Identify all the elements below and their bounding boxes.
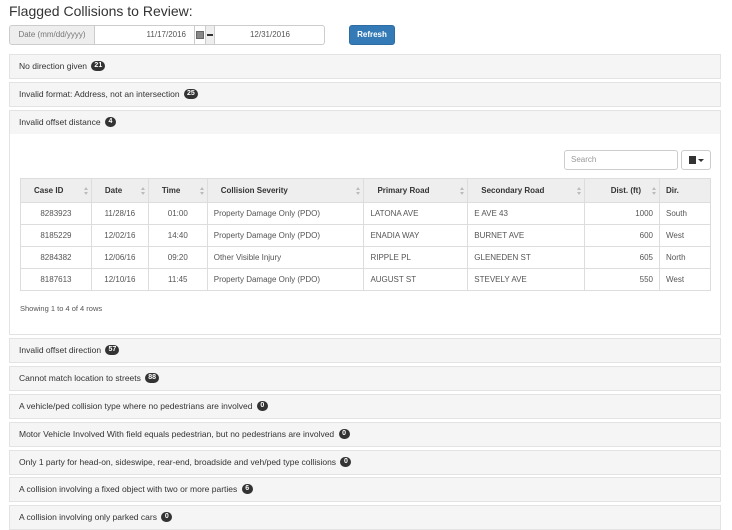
sort-icon [460,187,465,195]
sort-icon [356,187,361,195]
cell-date: 11/28/16 [90,202,149,225]
panel-body-offset-distance: Search Case ID Date Time Collision Sever… [9,134,721,335]
cell-severity: Other Visible Injury [206,246,365,269]
cell-primary-road: LATONA AVE [363,202,469,225]
table-row[interactable]: 8187613 12/10/16 11:45 Property Damage O… [20,268,712,291]
cell-direction: South [658,202,712,225]
cell-distance: 605 [584,246,660,269]
col-header-severity[interactable]: Collision Severity [206,178,365,203]
col-header-time[interactable]: Time [147,178,208,203]
cell-date: 12/02/16 [90,224,149,247]
table-row[interactable]: 8284382 12/06/16 09:20 Other Visible Inj… [20,246,712,269]
col-header-date[interactable]: Date [90,178,149,203]
panel-label: Invalid offset direction [19,345,102,355]
cell-severity: Property Damage Only (PDO) [206,268,365,291]
cell-secondary-road: E AVE 43 [467,202,586,225]
end-date-input[interactable]: 12/31/2016 [215,25,325,45]
sort-icon [140,187,145,195]
sort-icon [83,187,88,195]
panel-vehicle-ped-no-ped[interactable]: A vehicle/ped collision type where no pe… [9,394,721,419]
count-badge: 88 [145,372,160,383]
start-date-input[interactable]: 11/17/2016 [95,25,195,45]
cell-case-id: 8283923 [20,202,92,225]
count-badge: 0 [340,456,352,467]
panel-cannot-match[interactable]: Cannot match location to streets 88 [9,366,721,391]
panel-label: Invalid offset distance [19,117,101,127]
export-icon [688,156,696,164]
cell-time: 01:00 [147,202,208,225]
panel-label: A collision involving only parked cars [19,512,157,522]
cell-distance: 1000 [584,202,660,225]
count-badge: 25 [184,88,198,99]
sort-icon [577,187,582,195]
cell-primary-road: ENADIA WAY [363,224,469,247]
date-separator [205,25,215,45]
cell-case-id: 8185229 [20,224,92,247]
cell-time: 14:40 [147,224,208,247]
page-title: Flagged Collisions to Review: [9,3,193,19]
count-badge: 6 [241,483,253,494]
cell-time: 09:20 [147,246,208,269]
dash-icon [207,34,213,36]
caret-down-icon [697,158,704,162]
col-header-distance[interactable]: Dist. (ft) [584,178,660,203]
col-header-primary-road[interactable]: Primary Road [363,178,469,203]
count-badge: 57 [105,344,120,355]
cell-direction: West [658,224,712,247]
cell-direction: West [658,268,712,291]
panel-label: No direction given [19,61,88,71]
table-row[interactable]: 8283923 11/28/16 01:00 Property Damage O… [20,202,712,225]
collisions-table: Case ID Date Time Collision Severity Pri… [20,178,712,291]
cell-distance: 550 [584,268,660,291]
calendar-button[interactable] [195,25,205,45]
table-header-row: Case ID Date Time Collision Severity Pri… [20,178,712,203]
count-badge: 4 [104,116,116,127]
date-range-picker: Date (mm/dd/yyyy) 11/17/2016 12/31/2016 [9,25,325,45]
panel-parked-cars[interactable]: A collision involving only parked cars 0 [9,505,721,530]
export-button[interactable] [681,150,711,170]
cell-primary-road: RIPPLE PL [363,246,469,269]
cell-severity: Property Damage Only (PDO) [206,202,365,225]
date-format-label: Date (mm/dd/yyyy) [9,25,95,45]
col-header-secondary-road[interactable]: Secondary Road [467,178,586,203]
panel-invalid-format[interactable]: Invalid format: Address, not an intersec… [9,82,721,107]
panel-label: A vehicle/ped collision type where no pe… [19,401,253,411]
count-badge: 21 [91,60,106,71]
count-badge: 0 [256,400,268,411]
cell-direction: North [658,246,712,269]
panel-label: Motor Vehicle Involved With field equals… [19,429,335,439]
cell-date: 12/10/16 [90,268,149,291]
refresh-button[interactable]: Refresh [349,25,395,45]
cell-secondary-road: BURNET AVE [467,224,586,247]
cell-time: 11:45 [147,268,208,291]
search-input[interactable]: Search [564,150,678,170]
table-row[interactable]: 8185229 12/02/16 14:40 Property Damage O… [20,224,712,247]
count-badge: 0 [161,511,173,522]
panel-fixed-object[interactable]: A collision involving a fixed object wit… [9,477,721,502]
cell-severity: Property Damage Only (PDO) [206,224,365,247]
cell-distance: 600 [584,224,660,247]
panel-one-party[interactable]: Only 1 party for head-on, sideswipe, rea… [9,450,721,475]
panel-mv-involved-ped[interactable]: Motor Vehicle Involved With field equals… [9,422,721,447]
calendar-icon [196,31,204,39]
col-header-direction[interactable]: Dir. [658,178,712,203]
sort-icon [199,187,204,195]
cell-secondary-road: GLENEDEN ST [467,246,586,269]
col-header-case-id[interactable]: Case ID [20,178,92,203]
pagination-info: Showing 1 to 4 of 4 rows [20,304,103,313]
panel-invalid-offset-direction[interactable]: Invalid offset direction 57 [9,338,721,363]
cell-primary-road: AUGUST ST [363,268,469,291]
panel-label: A collision involving a fixed object wit… [19,484,238,494]
panel-no-direction[interactable]: No direction given 21 [9,54,721,79]
cell-case-id: 8284382 [20,246,92,269]
panel-label: Invalid format: Address, not an intersec… [19,89,180,99]
panel-invalid-offset-distance[interactable]: Invalid offset distance 4 [9,110,721,135]
panel-label: Only 1 party for head-on, sideswipe, rea… [19,457,337,467]
cell-date: 12/06/16 [90,246,149,269]
cell-secondary-road: STEVELY AVE [467,268,586,291]
count-badge: 0 [338,428,350,439]
sort-icon [651,187,656,195]
cell-case-id: 8187613 [20,268,92,291]
panel-label: Cannot match location to streets [19,373,141,383]
